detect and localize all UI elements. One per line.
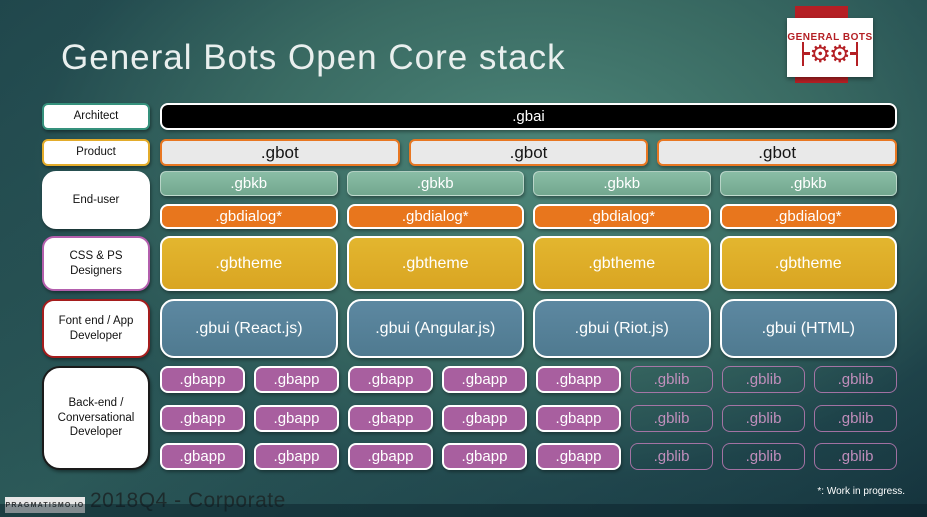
stack-line: .gbapp .gbapp .gbapp .gbapp .gbapp .gblib .gbl… — [160, 366, 897, 393]
box-gblib: .gblib — [630, 366, 713, 393]
box-gbapp: .gbapp — [160, 366, 245, 393]
row-end-user: End-user .gbkb .gbkb .gbkb .gbkb .gbdialog* .g… — [42, 171, 897, 229]
stack-line: .gbtheme .gbtheme .gbtheme .gbtheme — [160, 236, 897, 291]
box-gbkb: .gbkb — [160, 171, 338, 196]
gear-icon: ⚙ — [829, 39, 851, 68]
row-label-designers: CSS & PS Designers — [42, 236, 150, 291]
stack-line: .gbapp .gbapp .gbapp .gbapp .gbapp .gblib .gbl… — [160, 443, 897, 470]
bottom-bar — [0, 504, 927, 517]
box-gbapp: .gbapp — [442, 404, 527, 432]
box-gbapp: .gbapp — [254, 443, 339, 470]
box-gbot: .gbot — [408, 139, 649, 166]
box-gbapp: .gbapp — [536, 443, 621, 470]
row-content-designers: .gbtheme .gbtheme .gbtheme .gbtheme — [160, 236, 897, 291]
row-backend: Back-end / Conversational Developer .gbap… — [42, 366, 897, 470]
box-gbui: .gbui (Riot.js) — [533, 299, 711, 358]
row-designers: CSS & PS Designers .gbtheme .gbtheme .gbthe… — [42, 236, 897, 291]
stack-line: .gbai — [160, 103, 897, 130]
box-gblib: .gblib — [814, 366, 897, 393]
box-gblib: .gblib — [722, 366, 805, 393]
page-title: General Bots Open Core stack — [61, 38, 566, 77]
box-gblib: .gblib — [630, 443, 713, 470]
box-gblib: .gblib — [722, 404, 805, 432]
row-content-product: .gbot .gbot .gbot — [160, 139, 898, 166]
box-gblib: .gblib — [722, 443, 805, 470]
box-gbdialog: .gbdialog* — [533, 204, 711, 229]
row-label-product: Product — [42, 139, 150, 166]
stack-line: .gbapp .gbapp .gbapp .gbapp .gbapp .gblib .gbl… — [160, 404, 897, 432]
stack-line: .gbdialog* .gbdialog* .gbdialog* .gbdialog* — [160, 204, 897, 229]
box-gbai: .gbai — [160, 103, 897, 130]
stack-line: .gbot .gbot .gbot — [160, 139, 898, 166]
box-gblib: .gblib — [814, 443, 897, 470]
box-gbot: .gbot — [657, 139, 898, 166]
box-gbapp: .gbapp — [442, 443, 527, 470]
box-gbapp: .gbapp — [536, 366, 621, 393]
row-label-frontend: Font end / App Developer — [42, 299, 150, 358]
row-content-backend: .gbapp .gbapp .gbapp .gbapp .gbapp .gblib .gbl… — [160, 366, 897, 470]
box-gbtheme: .gbtheme — [346, 236, 524, 291]
general-bots-logo: GENERAL BOTS ⚙ ⚙ — [787, 18, 873, 77]
box-gbui: .gbui (HTML) — [719, 299, 897, 358]
box-gbui: .gbui (Angular.js) — [346, 299, 524, 358]
box-gblib: .gblib — [630, 404, 713, 432]
logo-bar-right — [855, 41, 859, 66]
box-gbtheme: .gbtheme — [533, 236, 711, 291]
stack-line: .gbkb .gbkb .gbkb .gbkb — [160, 171, 897, 196]
box-gbapp: .gbapp — [536, 404, 621, 432]
box-gbdialog: .gbdialog* — [160, 204, 338, 229]
box-gbkb: .gbkb — [719, 171, 897, 196]
row-label-backend: Back-end / Conversational Developer — [42, 366, 150, 470]
row-content-frontend: .gbui (React.js) .gbui (Angular.js) .gbui … — [160, 299, 897, 358]
box-gbkb: .gbkb — [346, 171, 524, 196]
box-gbtheme: .gbtheme — [719, 236, 897, 291]
box-gbkb: .gbkb — [533, 171, 711, 196]
row-frontend: Font end / App Developer .gbui (React.js)… — [42, 299, 897, 358]
stack-line: .gbui (React.js) .gbui (Angular.js) .gbui … — [160, 299, 897, 358]
box-gbot: .gbot — [160, 139, 400, 166]
box-gbapp: .gbapp — [254, 404, 339, 432]
row-architect: Architect .gbai — [42, 103, 897, 130]
box-gbapp: .gbapp — [348, 366, 433, 393]
row-content-architect: .gbai — [160, 103, 897, 130]
box-gbui: .gbui (React.js) — [160, 299, 338, 358]
slide: General Bots Open Core stack GENERAL BOT… — [0, 0, 927, 517]
row-label-end-user: End-user — [42, 171, 150, 229]
box-gbapp: .gbapp — [160, 404, 245, 432]
box-gblib: .gblib — [814, 404, 897, 432]
box-gbapp: .gbapp — [348, 443, 433, 470]
row-product: Product .gbot .gbot .gbot — [42, 139, 898, 166]
gears-icon: ⚙ ⚙ — [801, 39, 859, 68]
work-in-progress-note: *: Work in progress. — [817, 486, 905, 497]
gear-icon: ⚙ — [809, 39, 831, 68]
box-gbapp: .gbapp — [442, 366, 527, 393]
box-gbapp: .gbapp — [348, 404, 433, 432]
box-gbapp: .gbapp — [160, 443, 245, 470]
box-gbtheme: .gbtheme — [160, 236, 338, 291]
row-label-architect: Architect — [42, 103, 150, 130]
box-gbdialog: .gbdialog* — [719, 204, 897, 229]
box-gbapp: .gbapp — [254, 366, 339, 393]
row-content-end-user: .gbkb .gbkb .gbkb .gbkb .gbdialog* .gbdialog*… — [160, 171, 897, 229]
box-gbdialog: .gbdialog* — [346, 204, 524, 229]
